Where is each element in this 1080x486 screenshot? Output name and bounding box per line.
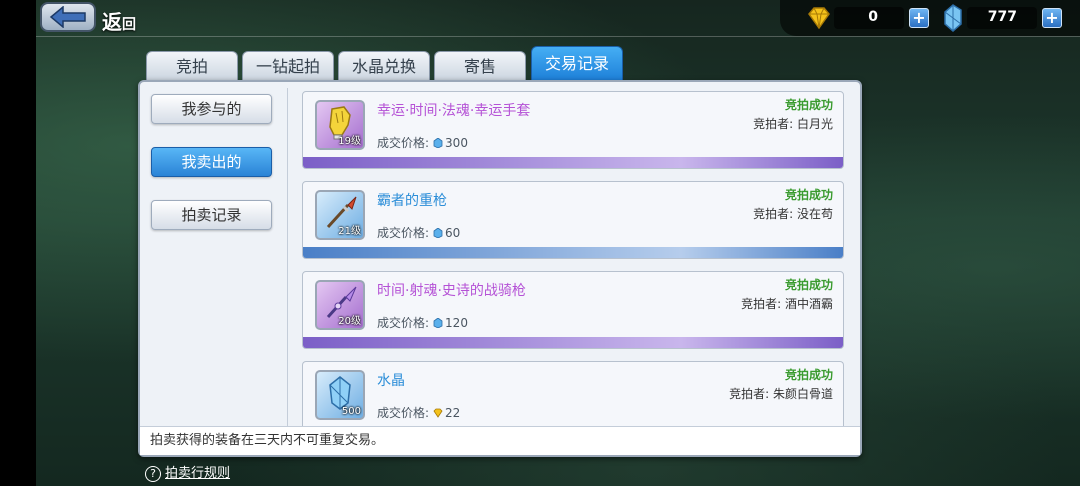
price-label: 成交价格: [377, 406, 430, 420]
status-badge: 竞拍成功 [784, 98, 833, 112]
list-item[interactable]: 500 水晶 成交价格: 22 竞拍成功 竞拍者: 朱颜白骨道 [302, 361, 844, 426]
bidder-name: 竞拍者: 朱颜白骨道 [729, 387, 833, 401]
status-badge: 竞拍成功 [784, 368, 833, 382]
price-label: 成交价格: [377, 136, 430, 150]
item-name: 幸运·时间·法魂·幸运手套 [377, 103, 531, 119]
item-icon-frame: 500 [315, 370, 365, 420]
bidder-name: 竞拍者: 酒中酒霸 [741, 297, 833, 311]
status-badge: 竞拍成功 [784, 188, 833, 202]
sidebar-item-auction-records[interactable]: 拍卖记录 [151, 200, 272, 230]
item-name: 霸者的重枪 [377, 193, 447, 209]
header-divider [36, 36, 1080, 37]
help-icon: ? [145, 466, 161, 482]
item-level: 19级 [338, 136, 361, 147]
tab-consignment[interactable]: 寄售 [434, 51, 526, 81]
item-icon-frame: 19级 [315, 100, 365, 150]
add-crystal-button[interactable]: + [1042, 8, 1062, 28]
list-item[interactable]: 19级 幸运·时间·法魂·幸运手套 成交价格: 300 竞拍成功 竞拍者: 白月光 [302, 91, 844, 169]
back-button[interactable] [40, 2, 96, 32]
price-label: 成交价格: [377, 316, 430, 330]
gold-value: 0 [868, 9, 878, 25]
price-value: 300 [445, 136, 468, 150]
crystal-icon [433, 138, 443, 148]
sidebar-item-participated[interactable]: 我参与的 [151, 94, 272, 124]
status-badge: 竞拍成功 [784, 278, 833, 292]
tab-bidding[interactable]: 竞拍 [146, 51, 238, 81]
screen-edge [0, 0, 36, 486]
rarity-bar [303, 247, 843, 258]
item-price: 成交价格: 60 [377, 224, 460, 241]
tab-one-diamond-start[interactable]: 一钻起拍 [242, 51, 334, 81]
rarity-bar [303, 337, 843, 348]
item-level: 21级 [338, 226, 361, 237]
price-label: 成交价格: [377, 226, 430, 240]
back-arrow-icon [49, 6, 86, 28]
tab-crystal-exchange[interactable]: 水晶兑换 [338, 51, 430, 81]
price-value: 22 [445, 406, 461, 420]
item-quantity: 500 [341, 406, 361, 417]
panel-divider [287, 88, 288, 426]
price-value: 60 [445, 226, 461, 240]
bidder-name: 竞拍者: 白月光 [753, 117, 833, 131]
back-label[interactable]: 返回 [102, 6, 136, 35]
item-icon-frame: 20级 [315, 280, 365, 330]
list-item[interactable]: 21级 霸者的重枪 成交价格: 60 竞拍成功 竞拍者: 没在苟 [302, 181, 844, 259]
tab-trade-records[interactable]: 交易记录 [531, 46, 623, 81]
gold-gem-icon [433, 408, 443, 418]
item-price: 成交价格: 22 [377, 404, 460, 421]
item-name: 水晶 [377, 373, 405, 389]
price-value: 120 [445, 316, 468, 330]
crystal-icon [944, 4, 962, 32]
rules-label: 拍卖行规则 [165, 466, 231, 481]
add-gold-button[interactable]: + [909, 8, 929, 28]
item-level: 20级 [338, 316, 361, 327]
item-price: 成交价格: 120 [377, 314, 468, 331]
crystal-icon [433, 318, 443, 328]
notice-text: 拍卖获得的装备在三天内不可重复交易。 [140, 426, 860, 455]
crystal-icon [433, 228, 443, 238]
gold-gem-icon [808, 7, 830, 30]
rarity-bar [303, 157, 843, 168]
crystal-value: 777 [987, 9, 1017, 25]
item-icon-frame: 21级 [315, 190, 365, 240]
item-name: 时间·射魂·史诗的战骑枪 [377, 283, 526, 299]
item-price: 成交价格: 300 [377, 134, 468, 151]
sidebar-item-sold[interactable]: 我卖出的 [151, 147, 272, 177]
list-item[interactable]: 20级 时间·射魂·史诗的战骑枪 成交价格: 120 竞拍成功 竞拍者: 酒中酒霸 [302, 271, 844, 349]
rules-link[interactable]: ? 拍卖行规则 [145, 462, 230, 482]
bidder-name: 竞拍者: 没在苟 [753, 207, 833, 221]
